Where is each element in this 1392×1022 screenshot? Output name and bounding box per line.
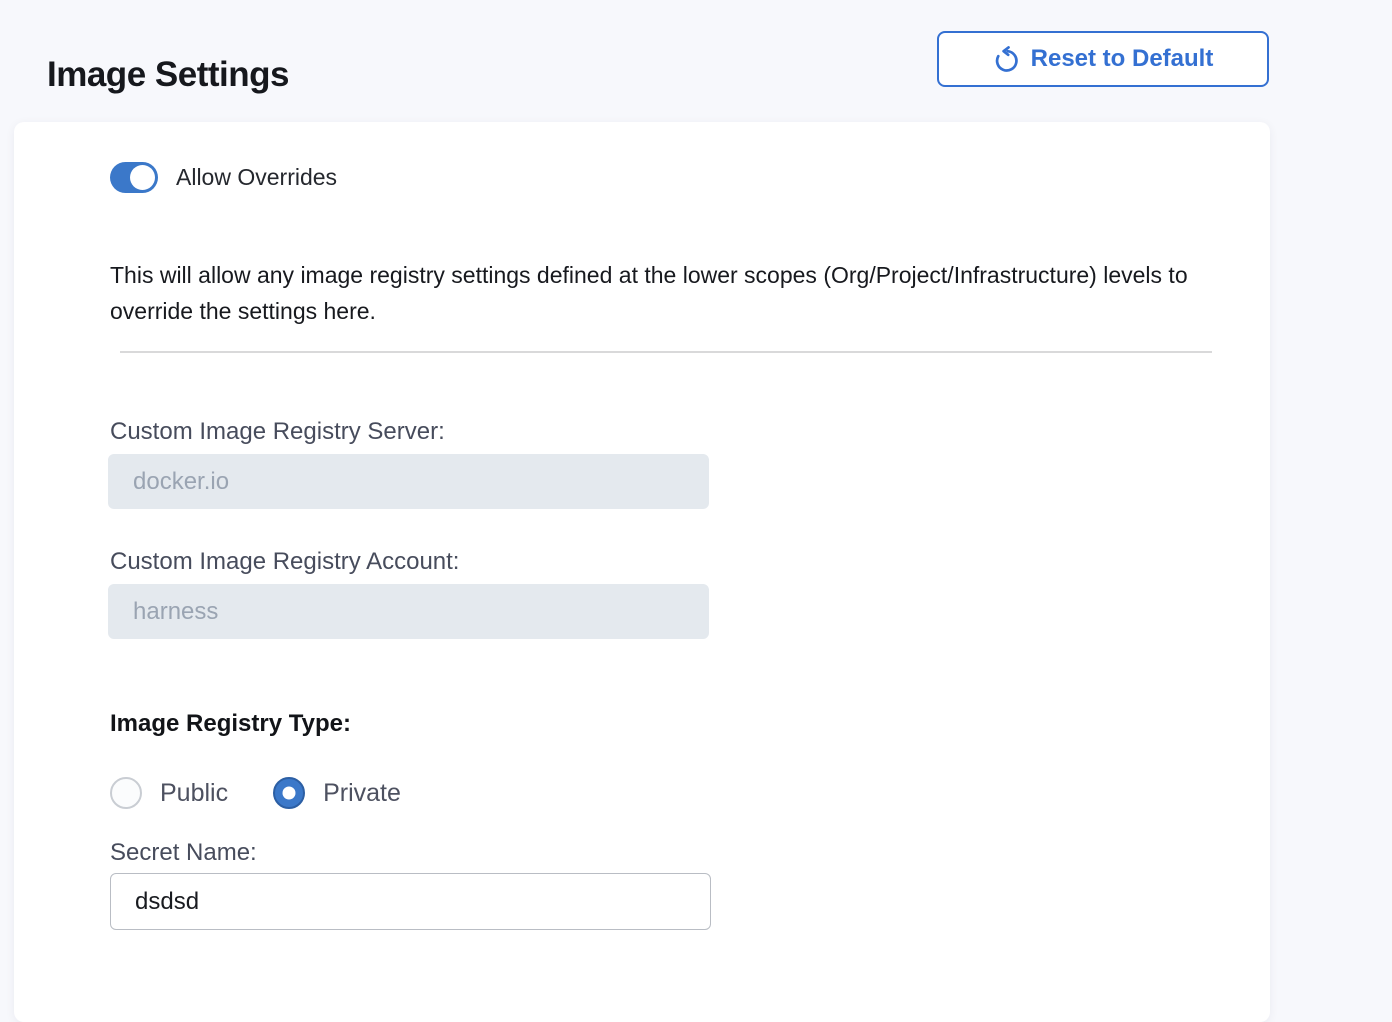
radio-option-private[interactable]: Private [273, 777, 401, 809]
registry-type-radio-group: Public Private [110, 777, 401, 809]
registry-server-input[interactable] [108, 454, 709, 509]
registry-account-input[interactable] [108, 584, 709, 639]
secret-name-label: Secret Name: [110, 839, 257, 867]
reset-icon [993, 46, 1020, 73]
private-radio-label: Private [323, 779, 401, 808]
reset-button-label: Reset to Default [1031, 45, 1214, 73]
registry-account-label: Custom Image Registry Account: [110, 548, 459, 576]
radio-option-public[interactable]: Public [110, 777, 228, 809]
private-radio-icon[interactable] [273, 777, 305, 809]
allow-overrides-toggle[interactable] [110, 162, 158, 193]
reset-to-default-button[interactable]: Reset to Default [937, 31, 1269, 87]
registry-server-label: Custom Image Registry Server: [110, 418, 445, 446]
overrides-description: This will allow any image registry setti… [110, 257, 1230, 329]
image-settings-card: Allow Overrides This will allow any imag… [14, 122, 1270, 1022]
toggle-knob [130, 165, 155, 190]
public-radio-label: Public [160, 779, 228, 808]
allow-overrides-label: Allow Overrides [176, 164, 337, 191]
secret-name-input[interactable] [110, 873, 711, 930]
registry-type-label: Image Registry Type: [110, 710, 351, 738]
section-divider [120, 351, 1212, 353]
page-title: Image Settings [47, 55, 289, 95]
public-radio-icon[interactable] [110, 777, 142, 809]
allow-overrides-row: Allow Overrides [110, 162, 337, 193]
